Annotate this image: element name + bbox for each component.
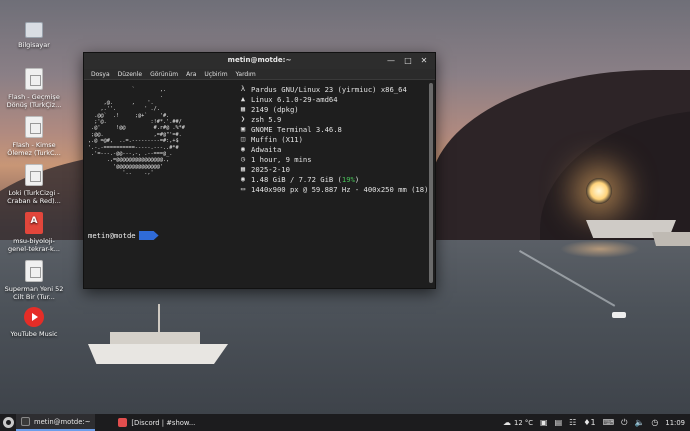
weather-widget[interactable]: ☁ 12 °C (503, 414, 533, 431)
keyboard-icon[interactable]: ⌨ (603, 414, 615, 431)
terminal-output[interactable]: ` ,. . ,@. , '. ,.''. ' ./. .@@` .! ;@+`… (84, 80, 435, 289)
desktop-icon-label: Superman Yeni 52 Cilt Bir (Tur... (4, 285, 64, 301)
terminal-window[interactable]: metin@motde:~ — □ ✕ Dosya Düzenle Görünü… (83, 52, 436, 289)
info-kernel: ▲ Linux 6.1.0-29-amd64 (238, 94, 428, 104)
info-date: ▦ 2025-2-10 (238, 164, 428, 174)
info-display: ▭ 1440x900 px @ 59.887 Hz - 400x250 mm (1… (238, 184, 429, 194)
menu-view[interactable]: Görünüm (146, 69, 182, 79)
wallpaper-boat-small-2 (652, 232, 690, 246)
info-memory: ◉ 1.48 GiB / 7.72 GiB (19%) (238, 174, 428, 184)
document-icon (25, 68, 43, 90)
display-icon: ▭ (240, 185, 246, 193)
desktop-icon-flash-kimse-olemez[interactable]: Flash - Kimse Ölemez (TurkC... (3, 116, 65, 157)
info-shell: ❯ zsh 5.9 (238, 114, 428, 124)
wallpaper-sun (586, 178, 612, 204)
memory-percent: 19% (341, 174, 355, 184)
terminal-menubar: Dosya Düzenle Görünüm Ara Uçbirim Yardım (84, 69, 435, 80)
desktop-icon-loki[interactable]: Loki (TurkCizgi - Craban & Red)... (3, 164, 65, 205)
youtube-music-icon (24, 307, 44, 327)
desktop-icon-msu-biyoloji[interactable]: msu-biyoloji-genel-tekrar-k... (3, 212, 65, 253)
maximize-icon[interactable]: □ (402, 55, 414, 67)
pardus-icon: λ (240, 85, 246, 93)
pdf-icon (25, 212, 43, 234)
computer-icon (25, 22, 43, 38)
linux-icon: ▲ (240, 95, 246, 103)
terminal-title: metin@motde:~ (227, 56, 292, 64)
terminal-icon (21, 417, 30, 426)
taskbar-item-terminal[interactable]: metin@motde:~ (16, 414, 96, 431)
taskbar-item-label: [Discord | #show... (131, 418, 196, 427)
info-os: λ Pardus GNU/Linux 23 (yirmiuc) x86_64 (238, 84, 428, 94)
cloud-icon: ☁ (503, 418, 512, 427)
network-icon[interactable]: ☷ (569, 414, 576, 431)
prompt-arrow-icon (138, 231, 159, 240)
menu-file[interactable]: Dosya (87, 69, 114, 79)
shell-prompt[interactable]: metin@motde (88, 231, 159, 240)
minimize-icon[interactable]: — (385, 55, 397, 67)
desktop-icon-flash-gecmise-donus[interactable]: Flash - Geçmişe Dönüş (TurkÇiz... (3, 68, 65, 109)
desktop-icon-label: Loki (TurkCizgi - Craban & Red)... (7, 189, 61, 205)
window-manager-icon: ◫ (240, 135, 246, 143)
taskbar: metin@motde:~ [Discord | #show... ☁ 12 °… (0, 414, 690, 431)
desktop-icon-computer[interactable]: Bilgisayar (3, 19, 65, 49)
theme-icon: ◉ (240, 145, 246, 153)
info-uptime: ◷ 1 hour, 9 mins (238, 154, 428, 164)
close-icon[interactable]: ✕ (418, 55, 430, 67)
fastfetch-info: λ Pardus GNU/Linux 23 (yirmiuc) x86_64 ▲ L… (238, 84, 429, 194)
document-icon (25, 260, 43, 282)
wallpaper-sun-reflection (560, 240, 640, 258)
taskbar-item-label: metin@motde:~ (34, 417, 91, 426)
info-terminal: ▣ GNOME Terminal 3.46.8 (238, 124, 428, 134)
menu-edit[interactable]: Düzenle (114, 69, 146, 79)
uptime-icon: ◷ (240, 155, 246, 163)
shell-icon: ❯ (240, 115, 246, 123)
menu-search[interactable]: Ara (182, 69, 200, 79)
info-theme: ◉ Adwaita (238, 144, 428, 154)
power-icon[interactable]: ⏻ (621, 414, 627, 431)
pardus-logo-icon (2, 417, 14, 428)
volume-icon[interactable]: 🔈 (634, 414, 644, 431)
desktop-icon-label: YouTube Music (10, 330, 58, 338)
info-wm: ◫ Muffin (X11) (238, 134, 428, 144)
desktop-icon-superman[interactable]: Superman Yeni 52 Cilt Bir (Tur... (3, 260, 65, 301)
pardus-ascii-logo: ` ,. . ,@. , '. ,.''. ' ./. .@@` .! ;@+`… (88, 87, 185, 177)
terminal-scrollbar[interactable] (429, 83, 433, 283)
terminal-titlebar[interactable]: metin@motde:~ — □ ✕ (84, 53, 435, 69)
document-icon (25, 164, 43, 186)
timer-icon[interactable]: ◷ (651, 414, 658, 431)
clock[interactable]: 11:09 (665, 419, 685, 427)
desktop-icon-label: Flash - Geçmişe Dönüş (TurkÇiz... (6, 93, 62, 109)
desktop-icon-label: Bilgisayar (18, 41, 50, 49)
terminal-icon: ▣ (240, 125, 246, 133)
package-icon: ▦ (240, 105, 246, 113)
taskbar-item-discord[interactable]: [Discord | #show... (113, 414, 200, 431)
wallpaper-speedboat (612, 312, 626, 318)
prompt-user: metin@motde (88, 231, 136, 240)
start-menu-button[interactable] (0, 414, 16, 431)
weather-temp: 12 °C (514, 418, 534, 427)
menu-terminal[interactable]: Uçbirim (200, 69, 231, 79)
desktop-icon-label: msu-biyoloji-genel-tekrar-k... (8, 237, 60, 253)
document-icon (25, 116, 43, 138)
terminal-tray-icon[interactable]: ▣ (540, 414, 548, 431)
desktop-icon-youtube-music[interactable]: YouTube Music (3, 307, 65, 338)
clipboard-icon[interactable]: ▤ (555, 414, 563, 431)
info-packages: ▦ 2149 (dpkg) (238, 104, 428, 114)
memory-icon: ◉ (240, 175, 246, 183)
system-tray: ☁ 12 °C ▣ ▤ ☷ ♦1 ⌨ ⏻ 🔈 ◷ 11:09 (503, 414, 690, 431)
calendar-icon: ▦ (240, 165, 246, 173)
browser-icon (118, 418, 128, 427)
notification-icon[interactable]: ♦1 (583, 414, 595, 431)
notification-count: 1 (590, 418, 596, 427)
wallpaper-yacht (88, 304, 228, 364)
desktop-icon-label: Flash - Kimse Ölemez (TurkC... (7, 141, 61, 157)
menu-help[interactable]: Yardım (232, 69, 260, 79)
